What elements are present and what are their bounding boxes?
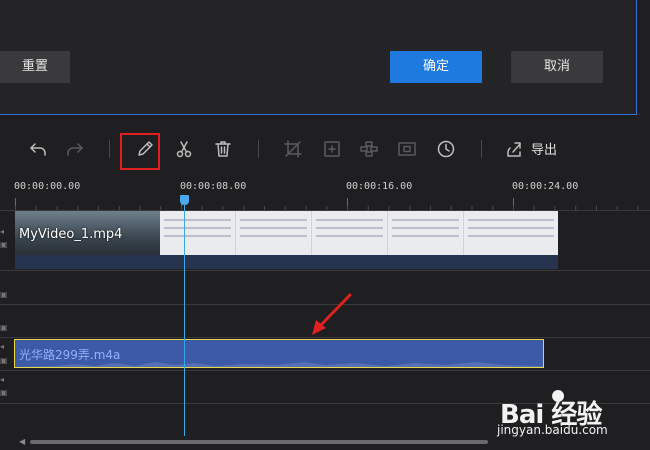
- lock-icon[interactable]: ▣: [0, 357, 8, 365]
- toolbar-divider: [258, 140, 259, 158]
- annotation-arrow-icon: [312, 293, 352, 335]
- video-clip-title: MyVideo_1.mp4: [19, 227, 123, 242]
- video-thumbnail: [160, 211, 236, 255]
- undo-icon[interactable]: [26, 137, 50, 161]
- video-audio-waveform: [15, 255, 558, 269]
- duration-icon[interactable]: [434, 137, 458, 161]
- playhead-handle[interactable]: [180, 195, 189, 205]
- lock-icon[interactable]: ▣: [0, 389, 8, 397]
- delete-icon[interactable]: [211, 137, 235, 161]
- zoom-icon[interactable]: [320, 137, 344, 161]
- lock-icon[interactable]: ▣: [0, 324, 8, 332]
- watermark-url: jingyan.baidu.com: [497, 423, 608, 437]
- lock-icon[interactable]: ▣: [0, 241, 8, 249]
- redo-icon[interactable]: [63, 137, 87, 161]
- speaker-icon[interactable]: ◂: [0, 228, 8, 236]
- cut-icon[interactable]: [172, 137, 196, 161]
- video-thumbnail: [464, 211, 558, 255]
- toolbar-divider: [109, 140, 110, 158]
- ruler-tick-label: 00:00:16.00: [346, 181, 413, 192]
- toolbar-divider: [481, 140, 482, 158]
- horizontal-scrollbar[interactable]: [30, 440, 488, 444]
- audio-waveform: [15, 362, 543, 367]
- mosaic-icon[interactable]: [357, 137, 381, 161]
- speaker-icon[interactable]: ◂: [0, 376, 8, 384]
- time-ruler[interactable]: [0, 198, 650, 211]
- export-icon[interactable]: [502, 137, 526, 161]
- lock-icon[interactable]: ▣: [0, 291, 8, 299]
- audio-clip[interactable]: 光华路299弄.m4a: [14, 339, 544, 368]
- export-label[interactable]: 导出: [531, 139, 557, 158]
- cancel-button[interactable]: 取消: [511, 51, 603, 83]
- playhead-line[interactable]: [184, 196, 185, 436]
- edit-highlight-box: [120, 133, 160, 170]
- freeze-frame-icon[interactable]: [395, 137, 419, 161]
- video-thumbnail: [236, 211, 312, 255]
- ruler-tick-label: 00:00:08.00: [180, 181, 247, 192]
- video-clip[interactable]: MyVideo_1.mp4: [15, 211, 558, 269]
- video-thumbnail: [388, 211, 464, 255]
- scroll-left-icon[interactable]: ◀: [19, 437, 25, 446]
- reset-button[interactable]: 重置: [0, 51, 70, 83]
- track-divider: [0, 370, 650, 371]
- ruler-tick-label: 00:00:00.00: [14, 181, 81, 192]
- track-divider: [0, 270, 650, 271]
- dialog-panel: 重置 确定 取消: [0, 0, 637, 115]
- crop-icon[interactable]: [281, 137, 305, 161]
- ruler-tick-label: 00:00:24.00: [512, 181, 579, 192]
- ok-button[interactable]: 确定: [390, 51, 482, 83]
- video-thumbnail: [312, 211, 388, 255]
- speaker-icon[interactable]: ◂: [0, 343, 8, 351]
